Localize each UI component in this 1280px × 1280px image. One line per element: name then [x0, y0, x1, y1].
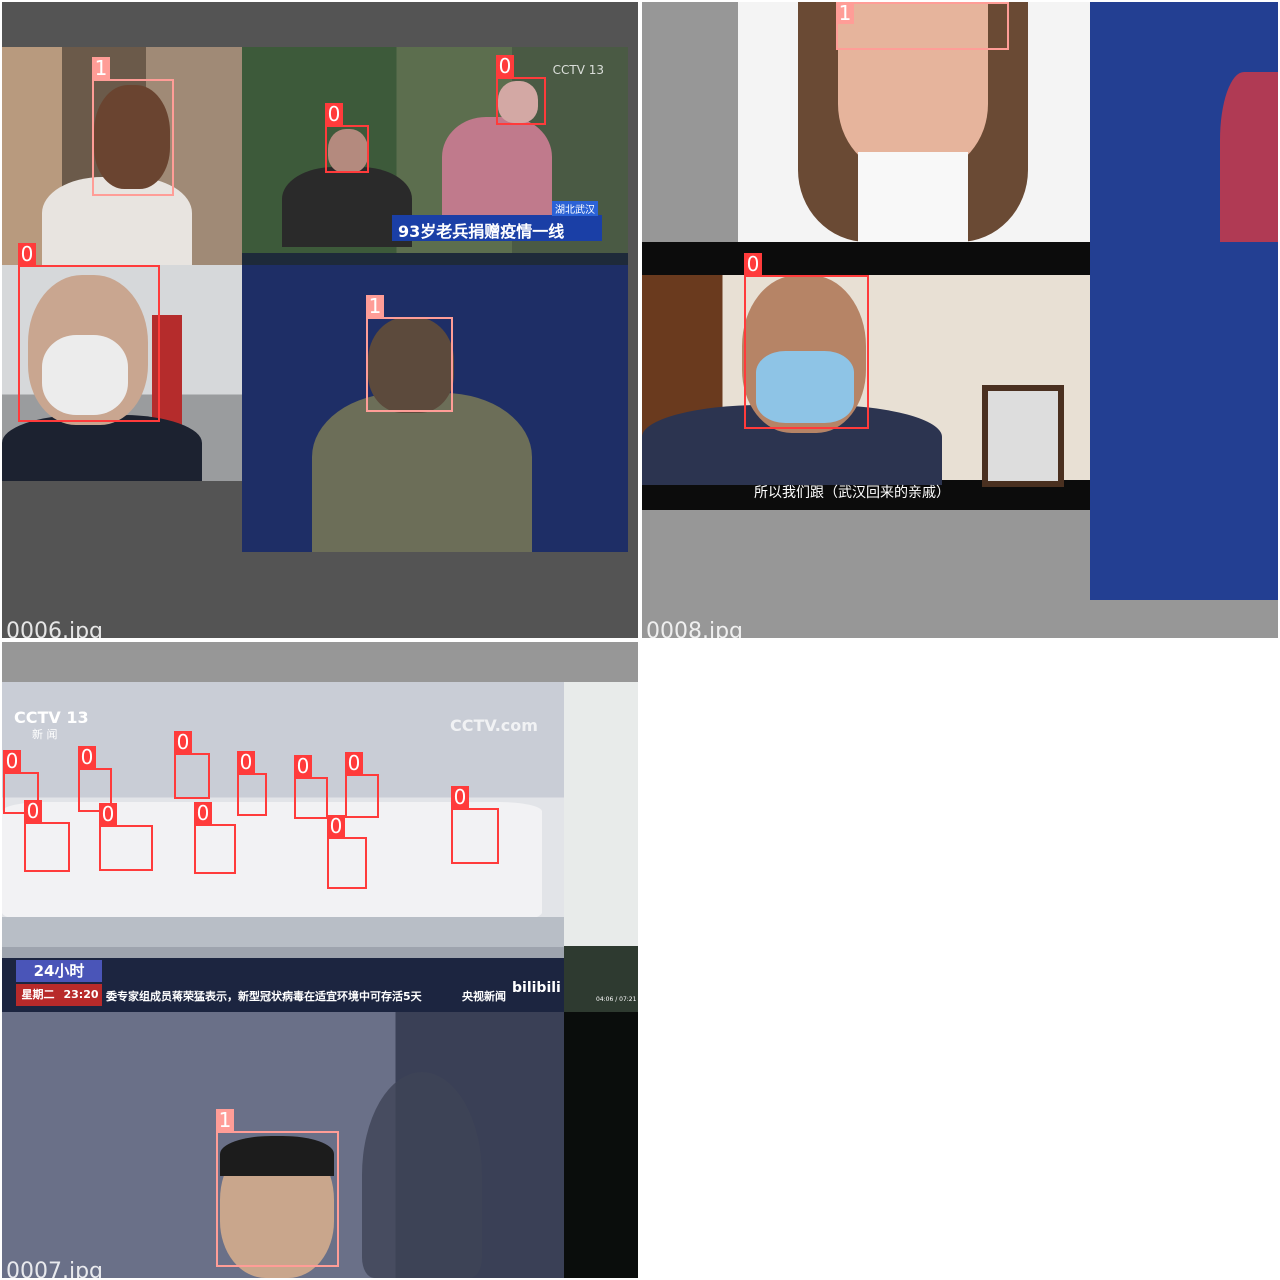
cctv-watermark: CCTV.com	[450, 716, 538, 735]
news-banner-text: 93岁老兵捐赠疫情一线	[398, 222, 565, 241]
empty-mosaic-slot	[640, 640, 1280, 1280]
news-banner: 湖北武汉 93岁老兵捐赠疫情一线	[392, 201, 602, 241]
24h-badge: 24小时	[16, 960, 102, 982]
detection-label: 0	[496, 55, 514, 77]
photo-vlog-strip: 04:06 / 07:21	[564, 682, 638, 1012]
detection-box: 0	[327, 815, 367, 889]
cctv13-logo: CCTV 13	[14, 708, 89, 727]
detection-label: 0	[744, 253, 762, 275]
detection-box: 0	[744, 253, 869, 429]
mosaic-tile-0006: CCTV 13 湖北武汉 93岁老兵捐赠疫情一线 1 0 0 0 1 0006.…	[2, 2, 638, 638]
detection-box: 1	[92, 57, 174, 196]
detection-label: 1	[836, 2, 854, 24]
detection-label: 1	[216, 1109, 234, 1131]
detection-label: 0	[451, 786, 469, 808]
channel-name: 央视新闻	[462, 990, 506, 1003]
mosaic-tile-0008: 所以我们跟（武汉回来的亲戚） 1 0 0008.jpg	[642, 2, 1278, 638]
player-timestamp: 04:06 / 07:21	[596, 996, 637, 1003]
detection-label: 0	[194, 802, 212, 824]
detection-box: 1	[836, 2, 1009, 50]
detection-label: 0	[99, 803, 117, 825]
detection-box: 0	[496, 55, 546, 125]
news-place-label: 湖北武汉	[552, 201, 598, 216]
detection-box: 0	[18, 243, 160, 422]
detection-label: 1	[92, 57, 110, 79]
mosaic-tile-0007: CCTV 13 新 闻 CCTV.com 24小时 星期二 23:20 委专家组…	[2, 642, 638, 1278]
detection-box: 0	[294, 755, 328, 819]
detection-label: 0	[325, 103, 343, 125]
detection-box: 0	[99, 803, 153, 871]
clock-label: 23:20	[60, 984, 102, 1006]
tile-filename: 0007.jpg	[6, 1259, 104, 1278]
news-ticker: 委专家组成员蒋荣猛表示，新型冠状病毒在适宜环境中可存活5天	[106, 990, 422, 1003]
detection-box: 0	[345, 752, 379, 818]
detection-label: 0	[327, 815, 345, 837]
detection-box: 0	[237, 751, 267, 816]
photo-dark-strip	[564, 1012, 638, 1278]
detection-label: 0	[174, 731, 192, 753]
detection-box: 0	[194, 802, 236, 874]
detection-box: 0	[174, 731, 210, 799]
detection-box: 1	[216, 1109, 339, 1267]
photo-blue-cloth-strip	[1090, 2, 1278, 600]
tile-filename: 0008.jpg	[646, 619, 744, 638]
detection-label: 0	[3, 750, 21, 772]
weekday-label: 星期二	[16, 984, 60, 1006]
detection-label: 0	[24, 800, 42, 822]
photo-cctv-room: CCTV 13 湖北武汉 93岁老兵捐赠疫情一线	[242, 47, 628, 265]
tile-filename: 0006.jpg	[6, 619, 104, 638]
cctv-channel-logo: CCTV 13	[552, 63, 604, 77]
detection-label: 1	[366, 295, 384, 317]
cctv13-subtitle: 新 闻	[32, 728, 58, 741]
detection-label: 0	[294, 755, 312, 777]
detection-box: 0	[451, 786, 499, 864]
detection-label: 0	[78, 746, 96, 768]
detection-box: 0	[24, 800, 70, 872]
news-lower-third: 24小时 星期二 23:20 委专家组成员蒋荣猛表示，新型冠状病毒在适宜环境中可…	[2, 958, 564, 1012]
bilibili-logo: bilibili	[512, 980, 561, 996]
detection-box: 0	[325, 103, 369, 173]
detection-label: 0	[345, 752, 363, 774]
video-subtitle: 所以我们跟（武汉回来的亲戚）	[754, 485, 950, 501]
detection-box: 1	[366, 295, 453, 412]
detection-label: 0	[237, 751, 255, 773]
detection-label: 0	[18, 243, 36, 265]
